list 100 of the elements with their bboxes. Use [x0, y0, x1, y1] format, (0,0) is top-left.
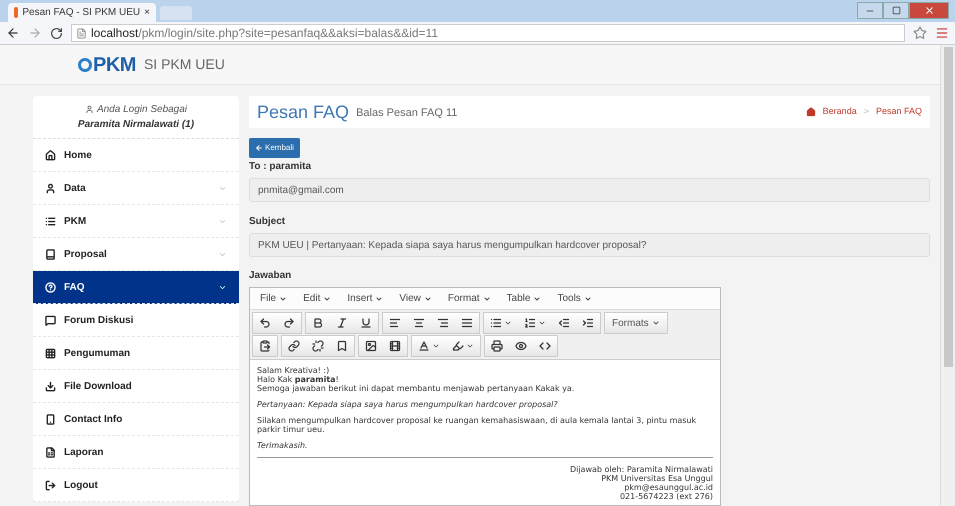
menu-icon[interactable]	[935, 26, 949, 40]
address-field[interactable]: localhost/pkm/login/site.php?site=pesanfaq&&aksi=balas&&id=11	[71, 24, 905, 42]
home-icon	[806, 107, 816, 117]
close-button[interactable]	[909, 2, 949, 19]
redo-icon	[283, 317, 295, 329]
text-color-icon	[418, 340, 430, 352]
indent-icon	[582, 317, 594, 329]
page-subtitle: Balas Pesan FAQ 11	[356, 106, 458, 122]
media-icon	[389, 340, 401, 352]
book-icon	[45, 248, 56, 260]
download-icon	[45, 380, 56, 392]
editor-menu[interactable]: Table	[506, 291, 542, 306]
sidebar-item[interactable]: Pengumuman	[33, 337, 239, 370]
code-icon	[539, 340, 551, 352]
editor-text: 021-5674223 (ext 276)	[620, 492, 713, 501]
editor-menu[interactable]: File	[260, 291, 288, 306]
unlink-icon	[312, 340, 324, 352]
editor-text: PKM Universitas Esa Unggul	[601, 474, 713, 483]
maximize-icon	[892, 6, 900, 15]
subject-field[interactable]: PKM UEU | Pertanyaan: Kepada siapa saya harus mengumpulkan hardcover proposal?	[249, 233, 930, 257]
caret-icon	[533, 294, 542, 302]
underline-icon	[360, 317, 372, 329]
list-icon	[45, 216, 56, 226]
undo-icon	[259, 317, 271, 329]
italic-icon	[336, 317, 348, 329]
caret-icon	[424, 294, 432, 302]
editor-menu[interactable]: View	[399, 291, 432, 306]
arrow-left-icon	[255, 144, 263, 152]
caret-icon	[538, 319, 546, 327]
browser-tab[interactable]: Pesan FAQ - SI PKM UEU ×	[8, 3, 156, 22]
editor-menu[interactable]: Edit	[303, 291, 332, 306]
sidebar-item[interactable]: PKM	[33, 205, 239, 238]
subject-label: Subject	[249, 215, 286, 229]
tab-close[interactable]: ×	[144, 5, 150, 20]
favicon-icon	[14, 7, 18, 18]
caret-icon	[466, 342, 474, 350]
home-icon	[45, 150, 56, 160]
preview-icon	[515, 340, 527, 352]
bold-icon	[312, 317, 324, 329]
caret-icon	[375, 294, 384, 302]
caret-icon	[482, 294, 491, 302]
chat-bubble-icon	[45, 314, 56, 326]
caret-icon	[323, 294, 332, 302]
numbered-list-icon	[524, 317, 536, 329]
url-text: localhost/pkm/login/site.php?site=pesanfaq&&aksi=balas&&id=11	[91, 25, 438, 42]
caret-icon	[279, 294, 288, 302]
back-button[interactable]: Kembali	[249, 138, 300, 158]
breadcrumb-separator: >	[864, 105, 869, 118]
editor-text: pkm@esaunggul.ac.id	[624, 483, 713, 492]
tab-title: Pesan FAQ - SI PKM UEU	[22, 6, 140, 20]
print-icon	[491, 340, 503, 352]
editor-text: Silakan mengumpulkan hardcover proposal ke ruangan kemahasiswaan, di aula kemala lantai 3, pintu masuk parkir timur ueu.	[257, 416, 698, 434]
align-center-icon	[413, 317, 425, 329]
site-name: SI PKM UEU	[144, 55, 225, 74]
editor-text: Dijawab oleh: Paramita Nirmalawati	[570, 465, 713, 474]
sidebar-item[interactable]: Data	[33, 172, 239, 205]
justify-icon	[461, 317, 473, 329]
editor-menu[interactable]: Format	[448, 291, 491, 306]
caret-icon	[432, 342, 440, 350]
breadcrumb-link[interactable]: Pesan FAQ	[876, 105, 922, 119]
editor-text: Salam Kreativa! :)	[257, 366, 330, 375]
phone-icon	[45, 414, 56, 424]
email-field[interactable]: pnmita@gmail.com	[249, 178, 930, 202]
sidebar-item[interactable]: File Download	[33, 370, 239, 403]
sidebar-item[interactable]: Home	[33, 139, 239, 172]
user-name: Paramita Nirmalawati (1)	[78, 118, 194, 132]
breadcrumb-link[interactable]: Beranda	[822, 105, 857, 119]
login-label: Anda Login Sebagai	[96, 103, 188, 117]
user-icon	[84, 105, 94, 114]
page-title: Pesan FAQ	[257, 100, 350, 124]
sidebar-item[interactable]: FAQ	[33, 271, 239, 304]
align-left-icon	[389, 317, 401, 329]
grid-icon	[45, 348, 56, 358]
editor-text: Semoga jawaban berikut ini dapat membantu menjawab pertanyaan Kakak ya.	[257, 384, 574, 393]
outdent-icon	[558, 317, 570, 329]
user-icon	[45, 182, 56, 194]
background-color-icon	[452, 340, 464, 352]
editor-text: Pertanyaan: Kepada siapa saya harus mengumpulkan hardcover proposal?	[257, 400, 558, 409]
caret-icon	[504, 319, 512, 327]
sidebar-item[interactable]: Logout	[33, 469, 239, 502]
answer-label: Jawaban	[249, 269, 292, 283]
formats-dropdown[interactable]: Formats	[604, 312, 668, 334]
caret-icon	[652, 319, 660, 327]
reload-icon[interactable]	[50, 26, 63, 40]
bookmark-icon	[336, 340, 348, 352]
maximize-button[interactable]	[883, 2, 909, 19]
editor-text: Halo Kak paramita!	[257, 375, 339, 384]
report-icon	[45, 446, 56, 458]
sidebar-item[interactable]: Forum Diskusi	[33, 304, 239, 337]
link-icon	[288, 340, 300, 352]
bullet-list-icon	[490, 317, 502, 329]
editor-text: Terimakasih.	[257, 441, 308, 450]
editor-menu[interactable]: Tools	[557, 291, 592, 306]
bookmark-star-icon[interactable]	[913, 26, 927, 40]
image-icon	[365, 340, 377, 352]
sidebar-item[interactable]: Laporan	[33, 436, 239, 469]
sidebar-item[interactable]: Contact Info	[33, 403, 239, 436]
back-icon[interactable]	[6, 26, 20, 40]
editor-menu[interactable]: Insert	[347, 291, 384, 306]
help-icon	[45, 282, 56, 292]
